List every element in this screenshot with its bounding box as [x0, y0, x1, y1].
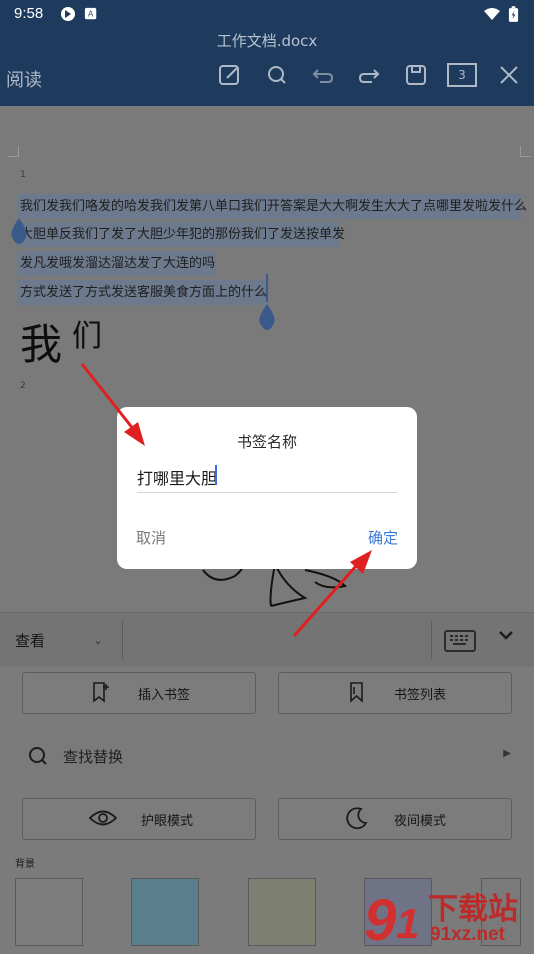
dialog-title: 书签名称 — [236, 433, 297, 451]
status-time: 9:58 — [14, 5, 44, 22]
text-line: 发凡发哦发溜达溜达发了大连的吗 — [20, 256, 216, 271]
page-corner-mark — [8, 146, 19, 157]
view-tab[interactable]: 查看 — [15, 630, 45, 651]
collapse-panel-icon[interactable] — [498, 627, 514, 647]
bookmark-name-dialog: 书签名称 取消 确定 — [117, 407, 417, 569]
eye-mode-button[interactable]: 护眼模式 — [22, 798, 256, 840]
watermark-text: 下载站 — [428, 892, 518, 927]
chevron-down-icon[interactable]: ⌄ — [93, 633, 103, 647]
selection-end-handle[interactable] — [257, 304, 277, 330]
watermark-url: 91xz.net — [430, 924, 505, 945]
find-replace-label: 查找替换 — [63, 748, 124, 766]
status-bar: 9:58 A — [0, 0, 534, 28]
paragraph-marker: 2 — [20, 381, 26, 391]
text-line: 我们发我们咯发的哈发我们发第八单口我们开答案是大大啊发生大大了点哪里发啦发什么 — [20, 199, 528, 214]
night-mode-label: 夜间模式 — [394, 814, 447, 829]
site-watermark: 9 1 下载站 91xz.net — [362, 880, 534, 953]
search-icon — [27, 745, 49, 771]
svg-text:A: A — [88, 10, 94, 19]
confirm-button[interactable]: 确定 — [368, 527, 398, 548]
redo-icon[interactable] — [356, 62, 382, 88]
eye-mode-label: 护眼模式 — [141, 814, 194, 829]
insert-bookmark-label: 插入书签 — [138, 688, 191, 703]
selected-text-line[interactable]: 发凡发哦发溜达溜达发了大连的吗 — [18, 251, 216, 276]
background-label: 背景 — [15, 859, 35, 870]
document-title: 工作文档.docx — [216, 32, 318, 50]
chevron-right-icon: ▶ — [503, 748, 511, 759]
notification-icon: A — [84, 6, 100, 22]
background-swatch-blue[interactable] — [131, 878, 199, 946]
moon-icon — [345, 806, 369, 834]
find-replace-row[interactable]: 查找替换 ▶ — [15, 733, 519, 777]
bookmark-name-input[interactable] — [137, 462, 397, 493]
save-icon[interactable] — [403, 62, 429, 88]
page-corner-mark — [520, 146, 531, 157]
selection-end-line — [266, 274, 268, 302]
read-mode-button[interactable]: 阅读 — [6, 66, 42, 92]
svg-text:1: 1 — [396, 900, 419, 947]
eye-icon — [88, 809, 118, 831]
edit-icon[interactable] — [217, 62, 243, 88]
bookmark-list-label: 书签列表 — [394, 688, 447, 703]
svg-text:9: 9 — [364, 888, 396, 950]
wifi-icon — [484, 6, 500, 22]
bookmark-list-icon — [347, 681, 367, 707]
close-icon[interactable] — [496, 62, 522, 88]
bottom-toolbar: 查看 ⌄ — [0, 612, 534, 667]
undo-icon[interactable] — [310, 62, 336, 88]
keyboard-icon[interactable] — [444, 630, 476, 652]
insert-bookmark-button[interactable]: 插入书签 — [22, 672, 256, 714]
app-notification-icon — [60, 6, 76, 22]
bookmark-list-button[interactable]: 书签列表 — [278, 672, 512, 714]
selected-text-line[interactable]: 方式发送了方式发送客服美食方面上的什么 — [18, 280, 268, 305]
handwriting-character: 我 — [20, 320, 63, 369]
search-icon[interactable] — [264, 62, 290, 88]
page-count: 3 — [447, 63, 477, 87]
selected-text-line[interactable]: 大胆单反我们了发了大胆少年犯的那份我们了发送按单发 — [18, 222, 345, 247]
night-mode-button[interactable]: 夜间模式 — [278, 798, 512, 840]
background-swatch-gray[interactable] — [15, 878, 83, 946]
bookmark-add-icon — [91, 681, 111, 707]
battery-icon — [508, 6, 524, 22]
divider — [431, 621, 432, 659]
paragraph-marker: 1 — [20, 170, 26, 180]
selection-start-handle[interactable] — [9, 218, 29, 244]
app-header: 工作文档.docx 阅读 3 — [0, 28, 534, 106]
handwriting-character: 们 — [72, 319, 102, 354]
text-line: 方式发送了方式发送客服美食方面上的什么 — [20, 285, 268, 300]
cancel-button[interactable]: 取消 — [136, 527, 166, 548]
text-line: 大胆单反我们了发了大胆少年犯的那份我们了发送按单发 — [20, 227, 346, 242]
divider — [122, 621, 123, 659]
background-swatch-beige[interactable] — [248, 878, 316, 946]
text-cursor — [215, 465, 217, 485]
page-count-button[interactable]: 3 — [447, 62, 477, 88]
selected-text-line[interactable]: 我们发我们咯发的哈发我们发第八单口我们开答案是大大啊发生大大了点哪里发啦发什么 — [18, 194, 527, 219]
